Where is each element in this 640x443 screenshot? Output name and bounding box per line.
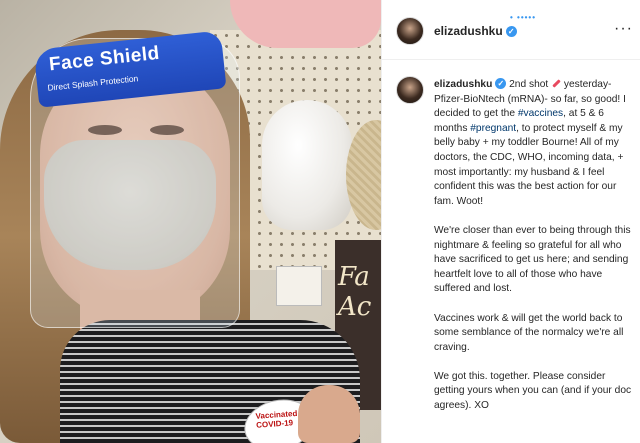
caption-username[interactable]: elizadushku [434, 79, 492, 90]
caption-paragraph-3: Vaccines work & will get the world back … [434, 312, 624, 353]
store-sign-text: Fa Ac [338, 262, 372, 322]
post-side-panel: elizadushku ✓ • ••••• ··· elizadushku ✓ 2n… [381, 0, 640, 443]
more-options-icon[interactable]: ··· [614, 20, 633, 38]
username-text: elizadushku [434, 24, 503, 38]
caption-avatar[interactable] [396, 76, 424, 104]
caption-paragraph-2: We're closer than ever to being through … [434, 224, 631, 295]
shield-title: Face Shield [48, 42, 161, 76]
avatar[interactable] [396, 17, 424, 45]
shield-subtitle: Direct Splash Protection [46, 73, 139, 93]
post-photo[interactable]: Fa Ac Vaccinated for COVID-19 Face Shiel… [0, 0, 381, 443]
post-header: elizadushku ✓ • ••••• ··· [382, 0, 640, 60]
hashtag-pregnant[interactable]: #pregnant [470, 123, 516, 134]
caption-paragraph-1: elizadushku ✓ 2nd shot yesterday- Pfizer-… [434, 78, 634, 209]
syringe-icon [551, 78, 561, 88]
white-cap [262, 100, 352, 230]
hashtag-vaccines[interactable]: #vaccines [518, 108, 563, 119]
post-caption: elizadushku ✓ 2nd shot yesterday- Pfizer-… [382, 60, 640, 443]
follow-link[interactable]: • ••••• [510, 13, 536, 22]
caption-p1-c: , to protect myself & my belly baby + my… [434, 122, 624, 207]
caption-verified-badge-icon: ✓ [495, 78, 507, 89]
greeting-card [276, 266, 322, 306]
caption-intro: 2nd shot [506, 79, 552, 90]
verified-badge-icon: ✓ [505, 26, 517, 37]
thumb [298, 385, 360, 443]
caption-paragraph-4: We got this. together. Please consider g… [434, 370, 632, 412]
username-link[interactable]: elizadushku ✓ [434, 24, 517, 38]
pink-hat [230, 0, 381, 48]
caption-text: elizadushku ✓ 2nd shot yesterday- Pfizer-… [434, 78, 634, 428]
